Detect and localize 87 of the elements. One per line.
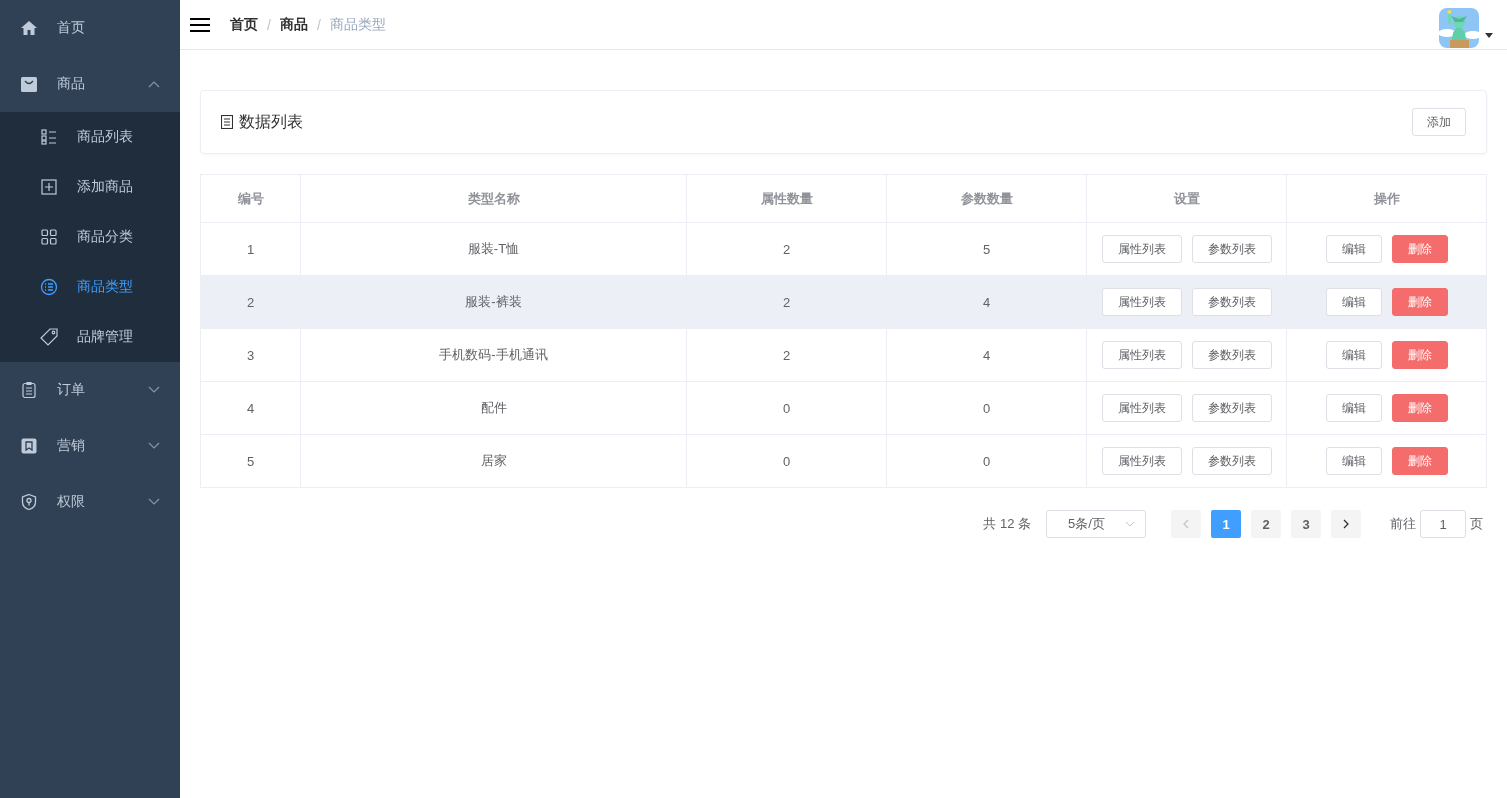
page-size-select[interactable]: 5条/页 [1046,510,1146,538]
table-row[interactable]: 4 配件 0 0 属性列表 参数列表 编辑 删除 [200,381,1487,435]
plus-box-icon [40,178,58,196]
list-button[interactable]: 属性列表 [1101,394,1182,422]
list-button[interactable]: 属性列表 [1101,288,1182,316]
sidebar-subitem[interactable]: 商品类型 [0,262,180,312]
next-page-button[interactable] [1331,510,1361,538]
table-cell: 服装-T恤 [300,222,687,276]
list-icon [40,128,58,146]
column-header: 编号 [200,174,301,223]
column-header: 属性数量 [686,174,887,223]
breadcrumb-item[interactable]: 首页 [230,15,258,34]
edit-button[interactable]: 编辑 [1325,341,1382,369]
table-cell: 2 [686,275,887,329]
page-input[interactable]: 1 [1420,510,1466,538]
page-number[interactable]: 2 [1251,510,1281,538]
edit-button[interactable]: 编辑 [1325,394,1382,422]
list-button[interactable]: 参数列表 [1191,341,1272,369]
grid-icon [40,228,58,246]
table-cell: 居家 [300,434,687,488]
table-cell: 5 [886,222,1087,276]
chevron-right-icon [1342,519,1350,529]
list-circle-icon [40,278,58,296]
list-button[interactable]: 属性列表 [1101,235,1182,263]
table-cell: 2 [200,275,301,329]
clipboard-icon [20,381,38,399]
sidebar-subitem[interactable]: 品牌管理 [0,312,180,362]
sidebar-subitem[interactable]: 添加商品 [0,162,180,212]
table-cell: 3 [200,328,301,382]
breadcrumb-separator: / [267,16,271,33]
document-icon [221,115,233,129]
list-button[interactable]: 属性列表 [1101,447,1182,475]
page-number[interactable]: 3 [1291,510,1321,538]
card-title: 数据列表 [239,111,303,132]
menu-icon[interactable] [190,16,210,33]
column-header: 操作 [1286,174,1487,223]
tag-icon [40,328,58,346]
sidebar-item[interactable]: 商品 [0,56,180,112]
table-row[interactable]: 2 服装-裤装 2 4 属性列表 参数列表 编辑 删除 [200,275,1487,329]
shield-icon [20,493,38,511]
table-cell: 4 [886,328,1087,382]
add-button[interactable]: 添加 [1412,108,1466,136]
breadcrumb-separator: / [316,16,321,33]
table-cell: 0 [886,381,1087,435]
list-button[interactable]: 属性列表 [1101,341,1182,369]
table-cell: 2 [686,222,887,276]
page-unit: 页 [1470,515,1483,533]
table-row[interactable]: 5 居家 0 0 属性列表 参数列表 编辑 删除 [200,434,1487,488]
table-cell: 0 [686,434,887,488]
total-count: 共 12 条 [983,515,1031,533]
table-cell: 0 [686,381,887,435]
chevron-left-icon [1182,519,1190,529]
table-cell: 手机数码-手机通讯 [300,328,687,382]
breadcrumb-item: 商品类型 [329,15,386,34]
table-cell: 配件 [300,381,687,435]
sidebar-subitem[interactable]: 商品列表 [0,112,180,162]
edit-button[interactable]: 编辑 [1325,447,1382,475]
table-cell: 4 [886,275,1087,329]
sidebar-subitem[interactable]: 商品分类 [0,212,180,262]
goto-label: 前往 [1390,515,1416,533]
breadcrumb-item[interactable]: 商品 [279,15,308,34]
sidebar-item[interactable]: 首页 [0,0,180,56]
table-cell: 2 [686,328,887,382]
column-header: 设置 [1086,174,1287,223]
table-cell: 4 [200,381,301,435]
bag-icon [20,75,38,93]
column-header: 参数数量 [886,174,1087,223]
sidebar-item[interactable]: 权限 [0,474,180,530]
list-button[interactable]: 参数列表 [1191,235,1272,263]
caret-down-icon[interactable] [1485,33,1493,38]
list-button[interactable]: 参数列表 [1191,394,1272,422]
table-cell: 1 [200,222,301,276]
sidebar-item[interactable]: 营销 [0,418,180,474]
table-cell: 服装-裤装 [300,275,687,329]
table-row[interactable]: 3 手机数码-手机通讯 2 4 属性列表 参数列表 编辑 删除 [200,328,1487,382]
bookmark-icon [20,437,38,455]
list-button[interactable]: 参数列表 [1191,288,1272,316]
home-icon [20,19,38,37]
list-button[interactable]: 参数列表 [1191,447,1272,475]
edit-button[interactable]: 编辑 [1325,235,1382,263]
edit-button[interactable]: 编辑 [1325,288,1382,316]
chevron-down-icon [1125,521,1135,527]
table-cell: 5 [200,434,301,488]
column-header: 类型名称 [300,174,687,223]
sidebar-item[interactable]: 订单 [0,362,180,418]
table-row[interactable]: 1 服装-T恤 2 5 属性列表 参数列表 编辑 删除 [200,222,1487,276]
table-cell: 0 [886,434,1087,488]
